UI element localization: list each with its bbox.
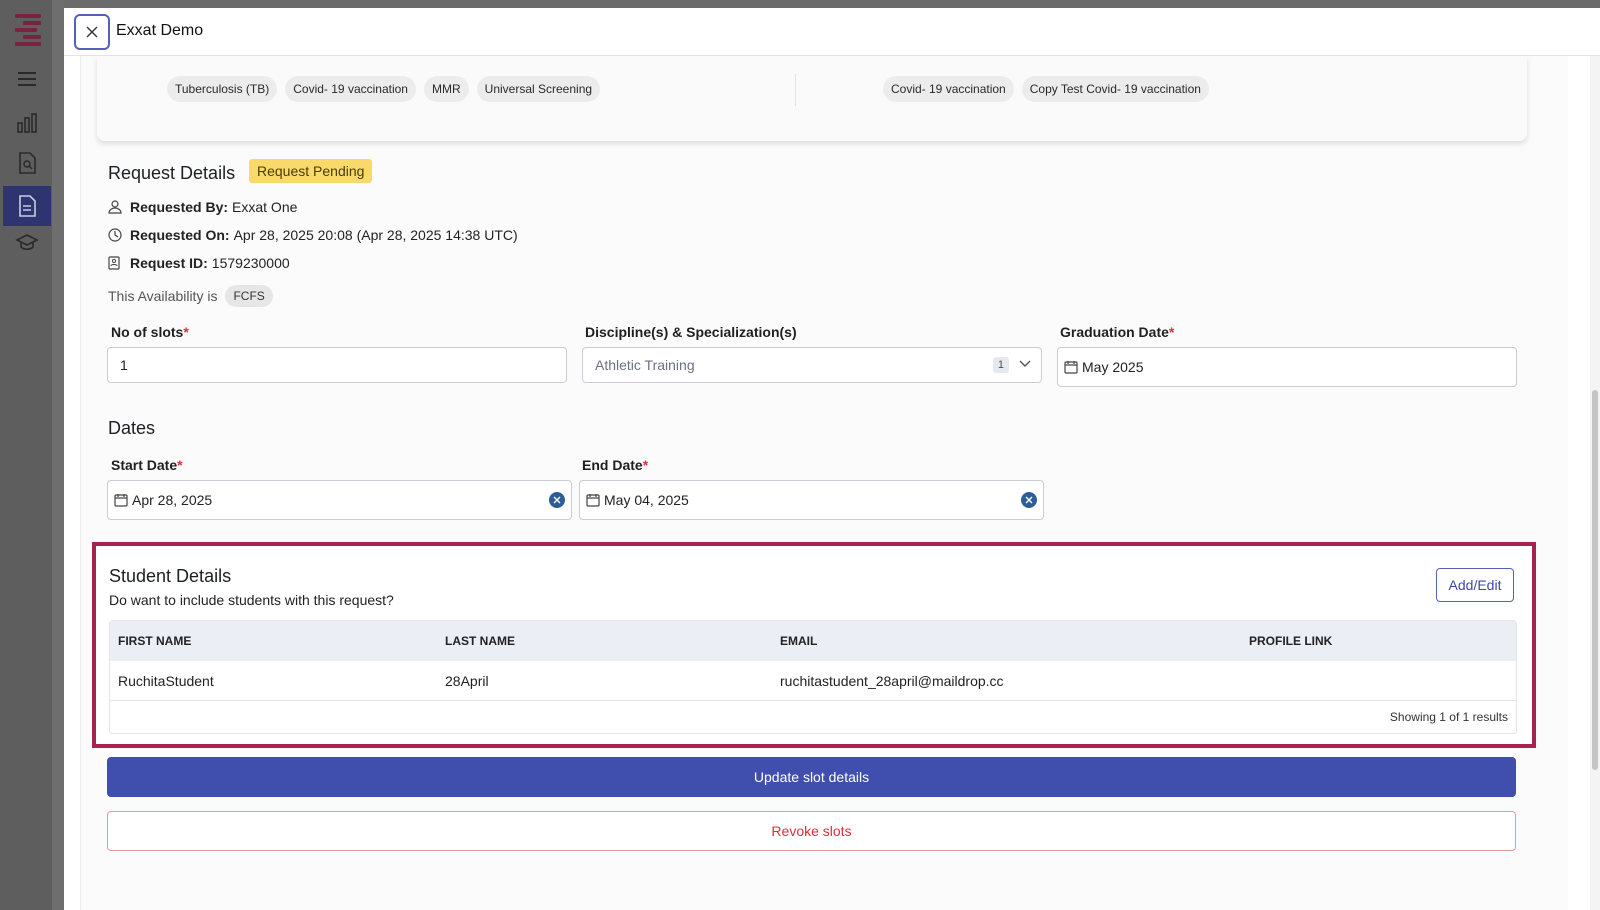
availability-row: This Availability is FCFS: [108, 285, 273, 307]
panel-header: Exxat Demo: [64, 8, 1600, 56]
start-date-input[interactable]: Apr 28, 2025: [107, 480, 572, 520]
student-details-section: Student Details Do want to include stude…: [92, 542, 1536, 748]
chevron-down-icon: [1019, 360, 1031, 367]
hamburger-menu-icon[interactable]: [14, 66, 40, 92]
start-date-label: Start Date*: [111, 457, 183, 473]
required-mark: *: [177, 457, 183, 473]
column-header-profile-link[interactable]: PROFILE LINK: [1249, 634, 1516, 648]
student-details-title: Student Details: [109, 566, 232, 586]
requested-by-label: Requested By:: [130, 199, 229, 215]
left-chip-row: Tuberculosis (TB) Covid- 19 vaccination …: [167, 76, 601, 102]
clock-icon: [108, 227, 124, 243]
document-icon[interactable]: [3, 186, 51, 226]
request-detail-panel: Exxat Demo Tuberculosis (TB) Covid- 19 v…: [64, 8, 1600, 910]
graduation-label: Graduation Date*: [1060, 324, 1174, 340]
clear-end-date-icon[interactable]: [1021, 492, 1037, 508]
status-badge: Request Pending: [249, 159, 373, 183]
request-details-title: Request Details: [108, 163, 236, 183]
user-icon: [108, 199, 124, 215]
request-id-value: 1579230000: [211, 255, 290, 271]
slots-label-text: No of slots: [111, 324, 184, 340]
scrollbar-thumb[interactable]: [1592, 390, 1598, 770]
graduation-label-text: Graduation Date: [1060, 324, 1169, 340]
start-date-label-text: Start Date: [111, 457, 178, 473]
request-id-row: Request ID: 1579230000: [108, 255, 290, 271]
end-date-value: May 04, 2025: [604, 492, 689, 508]
requirement-chip: MMR: [423, 76, 469, 102]
slots-input[interactable]: 1: [107, 347, 567, 383]
clear-start-date-icon[interactable]: [549, 492, 565, 508]
end-date-input[interactable]: May 04, 2025: [579, 480, 1044, 520]
students-table: FIRST NAME LAST NAME EMAIL PROFILE LINK …: [109, 620, 1517, 734]
requested-on-row: Requested On: Apr 28, 2025 20:08 (Apr 28…: [108, 227, 518, 243]
column-header-first-name[interactable]: FIRST NAME: [110, 634, 445, 648]
background-page: [52, 0, 64, 910]
close-button[interactable]: [74, 14, 110, 50]
requirement-chip: Covid- 19 vaccination: [285, 76, 416, 102]
add-edit-button[interactable]: Add/Edit: [1436, 568, 1514, 602]
end-date-label: End Date*: [582, 457, 648, 473]
graduation-date-value: May 2025: [1082, 359, 1144, 375]
graduation-cap-icon[interactable]: [14, 230, 40, 256]
requested-by-row: Requested By: Exxat One: [108, 199, 297, 215]
document-search-icon[interactable]: [14, 150, 40, 176]
id-badge-icon: [108, 255, 124, 271]
requested-by-value: Exxat One: [232, 199, 298, 215]
required-mark: *: [183, 324, 189, 340]
required-mark: *: [1168, 324, 1175, 340]
column-header-email[interactable]: EMAIL: [780, 634, 1249, 648]
requirement-chip: Covid- 19 vaccination: [883, 76, 1014, 102]
revoke-slots-button[interactable]: Revoke slots: [107, 811, 1516, 851]
close-icon: [86, 26, 98, 38]
start-date-value: Apr 28, 2025: [132, 492, 213, 508]
bar-chart-icon[interactable]: [14, 110, 40, 136]
scrollbar[interactable]: [1590, 56, 1600, 910]
column-header-last-name[interactable]: LAST NAME: [445, 634, 780, 648]
availability-badge: FCFS: [225, 285, 273, 307]
selection-count-badge: 1: [992, 357, 1009, 373]
request-id-label: Request ID:: [130, 255, 208, 271]
results-count: Showing 1 of 1 results: [1389, 710, 1508, 724]
requested-on-label: Requested On:: [130, 227, 230, 243]
required-mark: *: [642, 457, 649, 473]
cell-email: ruchitastudent_28april@maildrop.cc: [780, 672, 1004, 689]
table-row[interactable]: RuchitaStudent 28April ruchitastudent_28…: [110, 661, 1516, 701]
discipline-value: Athletic Training: [595, 357, 695, 373]
cell-first-name: RuchitaStudent: [118, 672, 214, 689]
panel-title: Exxat Demo: [116, 22, 204, 39]
calendar-icon: [114, 493, 128, 507]
discipline-label: Discipline(s) & Specialization(s): [585, 324, 797, 340]
requirement-chip: Universal Screening: [476, 76, 601, 102]
requirements-card: Tuberculosis (TB) Covid- 19 vaccination …: [97, 56, 1527, 141]
card-divider: [795, 74, 796, 106]
slots-label: No of slots*: [111, 324, 189, 340]
student-details-subtitle: Do want to include students with this re…: [109, 592, 394, 608]
app-sidebar: [0, 0, 52, 910]
table-header: FIRST NAME LAST NAME EMAIL PROFILE LINK: [110, 621, 1516, 661]
right-chip-row: Covid- 19 vaccination Copy Test Covid- 1…: [883, 76, 1209, 102]
calendar-icon: [586, 493, 600, 507]
exxat-logo-icon: [15, 14, 41, 48]
cell-last-name: 28April: [445, 672, 489, 689]
calendar-icon: [1064, 360, 1078, 374]
requested-on-value: Apr 28, 2025 20:08 (Apr 28, 2025 14:38 U…: [233, 227, 518, 243]
end-date-label-text: End Date: [582, 457, 643, 473]
graduation-date-input[interactable]: May 2025: [1057, 347, 1517, 387]
availability-text: This Availability is: [108, 288, 218, 304]
requirement-chip: Copy Test Covid- 19 vaccination: [1021, 76, 1209, 102]
discipline-select[interactable]: Athletic Training 1: [582, 347, 1042, 383]
update-slot-details-button[interactable]: Update slot details: [107, 757, 1516, 797]
dates-title: Dates: [108, 418, 156, 438]
requirement-chip: Tuberculosis (TB): [167, 76, 278, 102]
